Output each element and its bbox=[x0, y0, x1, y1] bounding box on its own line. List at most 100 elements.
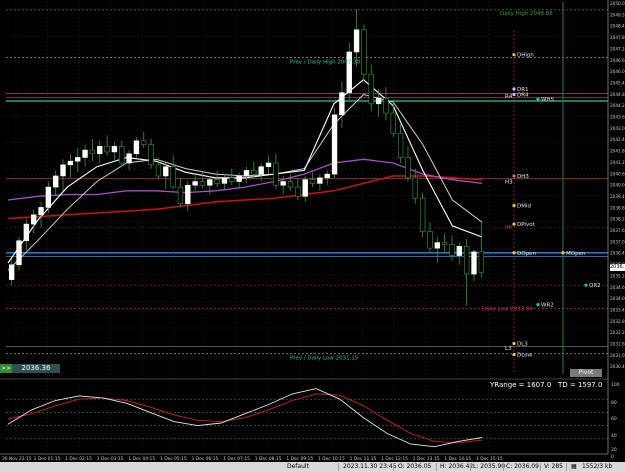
price-axis-label: 2031.60 bbox=[610, 342, 625, 347]
candle-body bbox=[148, 144, 154, 166]
price-axis-label: 2045.40 bbox=[610, 80, 625, 85]
dr4-label: DR4 bbox=[517, 93, 529, 99]
candle-body bbox=[331, 114, 338, 175]
candle-body bbox=[339, 92, 345, 116]
price-axis-label: 2036.40 bbox=[610, 251, 625, 256]
candle-body bbox=[375, 97, 382, 105]
candle-body bbox=[89, 149, 96, 155]
price-axis-label: 2040.00 bbox=[610, 183, 625, 188]
price-axis-label: 2039.40 bbox=[610, 194, 625, 199]
dr1-dot bbox=[512, 87, 516, 91]
osc-axis-label: 100 bbox=[611, 382, 620, 388]
status-volume: V: 285 bbox=[544, 463, 563, 470]
candle-body bbox=[221, 177, 228, 184]
candle-body bbox=[287, 181, 294, 188]
candle-body bbox=[273, 162, 279, 186]
status-datetime: 2023.11.30 23:45 bbox=[343, 463, 397, 470]
candle-body bbox=[67, 160, 74, 166]
candle-body bbox=[317, 177, 323, 184]
price-axis-label: 2037.60 bbox=[610, 228, 625, 233]
candle-body bbox=[383, 97, 389, 114]
osc-axis-label: 20 bbox=[611, 447, 617, 453]
dlow-dot bbox=[512, 352, 516, 357]
candle-body bbox=[353, 29, 360, 53]
dmid-label: DMid bbox=[517, 204, 531, 210]
wh5-label: WH5 bbox=[541, 97, 555, 103]
price-axis-label: 2034.00 bbox=[610, 296, 625, 301]
dpivot-dot bbox=[512, 222, 516, 226]
candle-body bbox=[324, 173, 330, 179]
candle-body bbox=[346, 51, 352, 93]
status-profile[interactable]: Default bbox=[287, 462, 309, 472]
price-axis-label: 2040.60 bbox=[610, 171, 625, 176]
candle-body bbox=[214, 179, 220, 184]
dh3-label: DH3 bbox=[517, 174, 529, 180]
status-traffic: 1552/3 kb bbox=[582, 463, 613, 470]
trading-chart[interactable]: Daily High 2049.88 Prev / Daily High 2047… bbox=[0, 0, 625, 472]
dl3-dot bbox=[512, 341, 516, 346]
candle-body bbox=[177, 186, 184, 205]
candle-body bbox=[251, 170, 257, 175]
pivot-button[interactable]: Pivot bbox=[570, 369, 602, 377]
candle-body bbox=[16, 240, 22, 266]
dh3-dot bbox=[512, 174, 516, 178]
prev-daily-high-label: Prev / Daily High 2047.30 bbox=[290, 60, 361, 66]
l3-label: L3 bbox=[505, 346, 512, 352]
candle-body bbox=[295, 186, 301, 197]
price-axis-label: 2044.20 bbox=[610, 103, 625, 108]
candle-body bbox=[280, 181, 286, 186]
candle-body bbox=[60, 164, 66, 177]
candle-body bbox=[97, 146, 103, 155]
price-axis-label: 2038.80 bbox=[610, 205, 625, 210]
candle-body bbox=[463, 245, 470, 275]
status-low: L: 2035.90 bbox=[473, 463, 506, 470]
candle-body bbox=[456, 245, 463, 256]
wr2-label: WR2 bbox=[541, 303, 554, 309]
candle-body bbox=[361, 29, 367, 75]
td-value: TD = 1597.0 bbox=[557, 381, 603, 389]
dmid-dot bbox=[512, 203, 516, 208]
price-axis-label: 2032.20 bbox=[610, 330, 625, 335]
status-bar: Default 2023.11.30 23:45 O: 2036.05 H: 2… bbox=[0, 462, 625, 472]
price-axis-label: 2047.80 bbox=[610, 35, 625, 40]
price-axis-label: 2041.20 bbox=[610, 160, 625, 165]
candle-body bbox=[478, 251, 485, 273]
price-axis-label: 2034.60 bbox=[610, 285, 625, 290]
candle-body bbox=[45, 186, 52, 208]
candle-body bbox=[302, 179, 308, 197]
candle-body bbox=[111, 146, 118, 153]
candle-body bbox=[397, 133, 404, 158]
chart-background bbox=[0, 0, 625, 472]
price-axis-label: 2032.80 bbox=[610, 319, 625, 324]
candle-body bbox=[449, 244, 455, 256]
candle-body bbox=[434, 242, 440, 249]
current-price-tag: 2036.36 bbox=[610, 264, 625, 271]
dhigh-dot bbox=[512, 53, 516, 57]
price-axis-label: 2031.00 bbox=[610, 353, 625, 358]
candle-body bbox=[82, 149, 88, 158]
candle-body bbox=[163, 166, 169, 177]
osc-axis-label: 80 bbox=[611, 400, 617, 406]
status-close: C: 2036.09 bbox=[506, 463, 539, 470]
wr2-dot bbox=[536, 302, 540, 307]
candle-body bbox=[75, 157, 81, 162]
price-axis-label: 2047.20 bbox=[610, 46, 625, 51]
candle-body bbox=[104, 146, 110, 153]
prev-daily-low-label: Prev / Daily Low 2031.15 bbox=[290, 356, 359, 362]
candle-body bbox=[192, 181, 198, 186]
qr2-dot bbox=[584, 283, 588, 287]
osc-axis-label: 60 bbox=[611, 416, 617, 422]
daily-low-label: Daily Low 2033.80 bbox=[482, 306, 533, 312]
candle-body bbox=[265, 162, 272, 168]
candle-body bbox=[199, 181, 206, 186]
price-axis-label: 2044.80 bbox=[610, 92, 625, 97]
dlow-label: DLow bbox=[517, 353, 533, 359]
price-axis-label: 2030.40 bbox=[610, 364, 625, 369]
dpivot-label: DPivot bbox=[517, 222, 536, 228]
candle-body bbox=[53, 175, 59, 188]
candle-body bbox=[427, 231, 433, 249]
candle-body bbox=[309, 179, 316, 184]
expand-button[interactable]: >> bbox=[0, 364, 12, 373]
candle-body bbox=[441, 242, 448, 245]
dl3-label: DL3 bbox=[517, 341, 528, 347]
